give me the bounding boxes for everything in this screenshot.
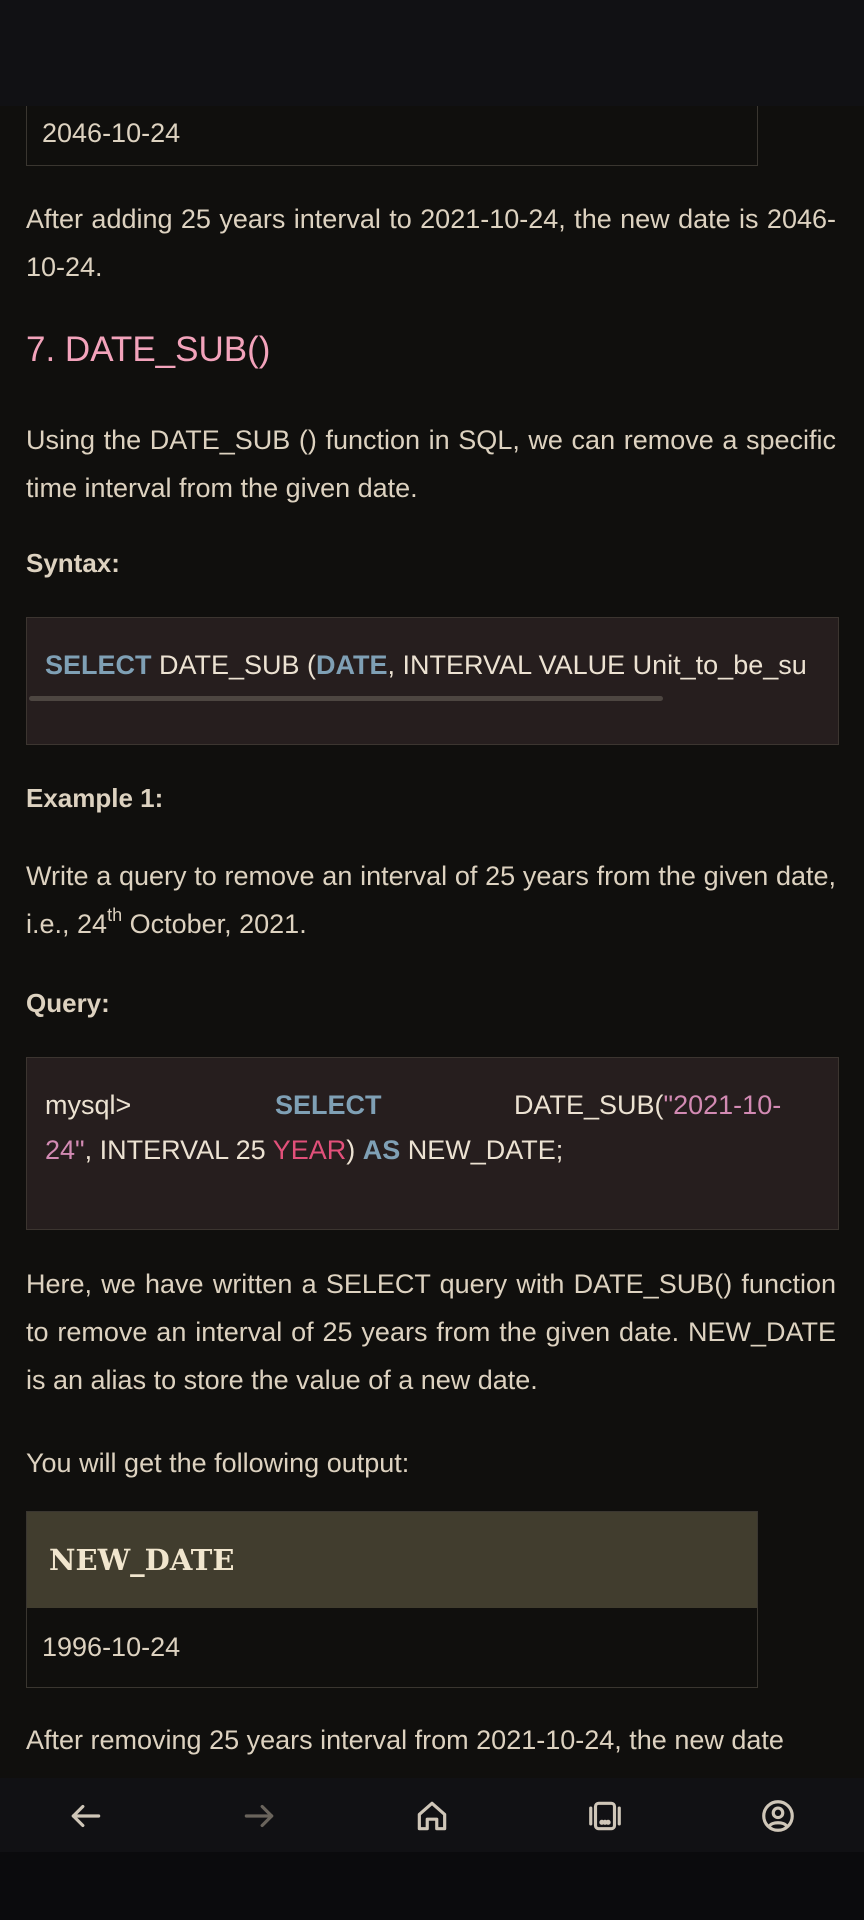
account-icon xyxy=(762,1800,794,1832)
query-kw-select: SELECT xyxy=(275,1090,382,1120)
query-alias: NEW_DATE; xyxy=(400,1135,564,1165)
article-content[interactable]: 2046-10-24 After adding 25 years interva… xyxy=(0,106,864,1778)
result-table: NEW_DATE 1996-10-24 xyxy=(26,1511,758,1688)
section-intro: Using the DATE_SUB () function in SQL, w… xyxy=(26,425,836,503)
section-heading: 7. DATE_SUB() xyxy=(26,330,271,369)
query-str-a: "2021-10- xyxy=(663,1090,782,1120)
explanation-text: Here, we have written a SELECT query wit… xyxy=(26,1269,836,1395)
forward-button[interactable] xyxy=(231,1788,287,1844)
syntax-part-2: , INTERVAL VALUE Unit_to_be_su xyxy=(387,650,807,680)
example-label: Example 1: xyxy=(26,783,164,813)
prev-table-value: 2046-10-24 xyxy=(42,117,181,148)
syntax-part-1: DATE_SUB ( xyxy=(151,650,317,680)
query-kw-as: AS xyxy=(362,1135,401,1165)
account-button[interactable] xyxy=(750,1788,806,1844)
syntax-label: Syntax: xyxy=(26,548,120,578)
browser-bottom-nav xyxy=(0,1778,864,1852)
query-unit: YEAR xyxy=(272,1135,347,1165)
code-horizontal-scrollbar[interactable] xyxy=(29,696,663,701)
prev-table-cell: 2046-10-24 xyxy=(27,106,757,166)
query-fn-name: DATE_SUB( xyxy=(514,1090,664,1120)
tabs-button[interactable] xyxy=(577,1788,633,1844)
result-text: After removing 25 years interval from 20… xyxy=(26,1725,784,1755)
prev-result-table: 2046-10-24 xyxy=(26,106,758,166)
query-label: Query: xyxy=(26,988,110,1018)
example-text-sup: th xyxy=(107,905,123,925)
status-bar xyxy=(0,0,864,106)
syntax-kw-date: DATE xyxy=(316,650,388,680)
query-prompt: mysql> xyxy=(45,1090,132,1120)
syntax-kw-select: SELECT xyxy=(45,650,152,680)
forward-arrow-icon xyxy=(244,1804,274,1828)
prev-result-text: After adding 25 years interval to 2021-1… xyxy=(26,204,836,282)
tabs-icon xyxy=(589,1801,621,1831)
result-table-header: NEW_DATE xyxy=(27,1512,757,1608)
query-close: ) xyxy=(346,1135,363,1165)
example-text-post: October, 2021. xyxy=(122,909,307,939)
query-str-b: 24" xyxy=(45,1135,85,1165)
output-intro: You will get the following output: xyxy=(26,1448,410,1478)
query-code-line-2: 24", INTERVAL 25 YEAR) AS NEW_DATE; xyxy=(45,1135,563,1166)
system-gesture-area xyxy=(0,1852,864,1920)
syntax-code-block[interactable]: SELECT DATE_SUB (DATE, INTERVAL VALUE Un… xyxy=(26,617,839,745)
query-mid: , INTERVAL 25 xyxy=(84,1135,273,1165)
result-table-cell: 1996-10-24 xyxy=(42,1631,181,1662)
example-text: Write a query to remove an interval of 2… xyxy=(26,852,836,948)
query-code-block[interactable]: mysql> SELECT DATE_SUB("2021-10- 24", IN… xyxy=(26,1057,839,1230)
back-arrow-icon xyxy=(71,1804,101,1828)
back-button[interactable] xyxy=(58,1788,114,1844)
home-button[interactable] xyxy=(404,1788,460,1844)
syntax-code-line: SELECT DATE_SUB (DATE, INTERVAL VALUE Un… xyxy=(45,650,807,681)
home-icon xyxy=(417,1801,447,1831)
query-fn: DATE_SUB("2021-10- xyxy=(514,1090,781,1121)
